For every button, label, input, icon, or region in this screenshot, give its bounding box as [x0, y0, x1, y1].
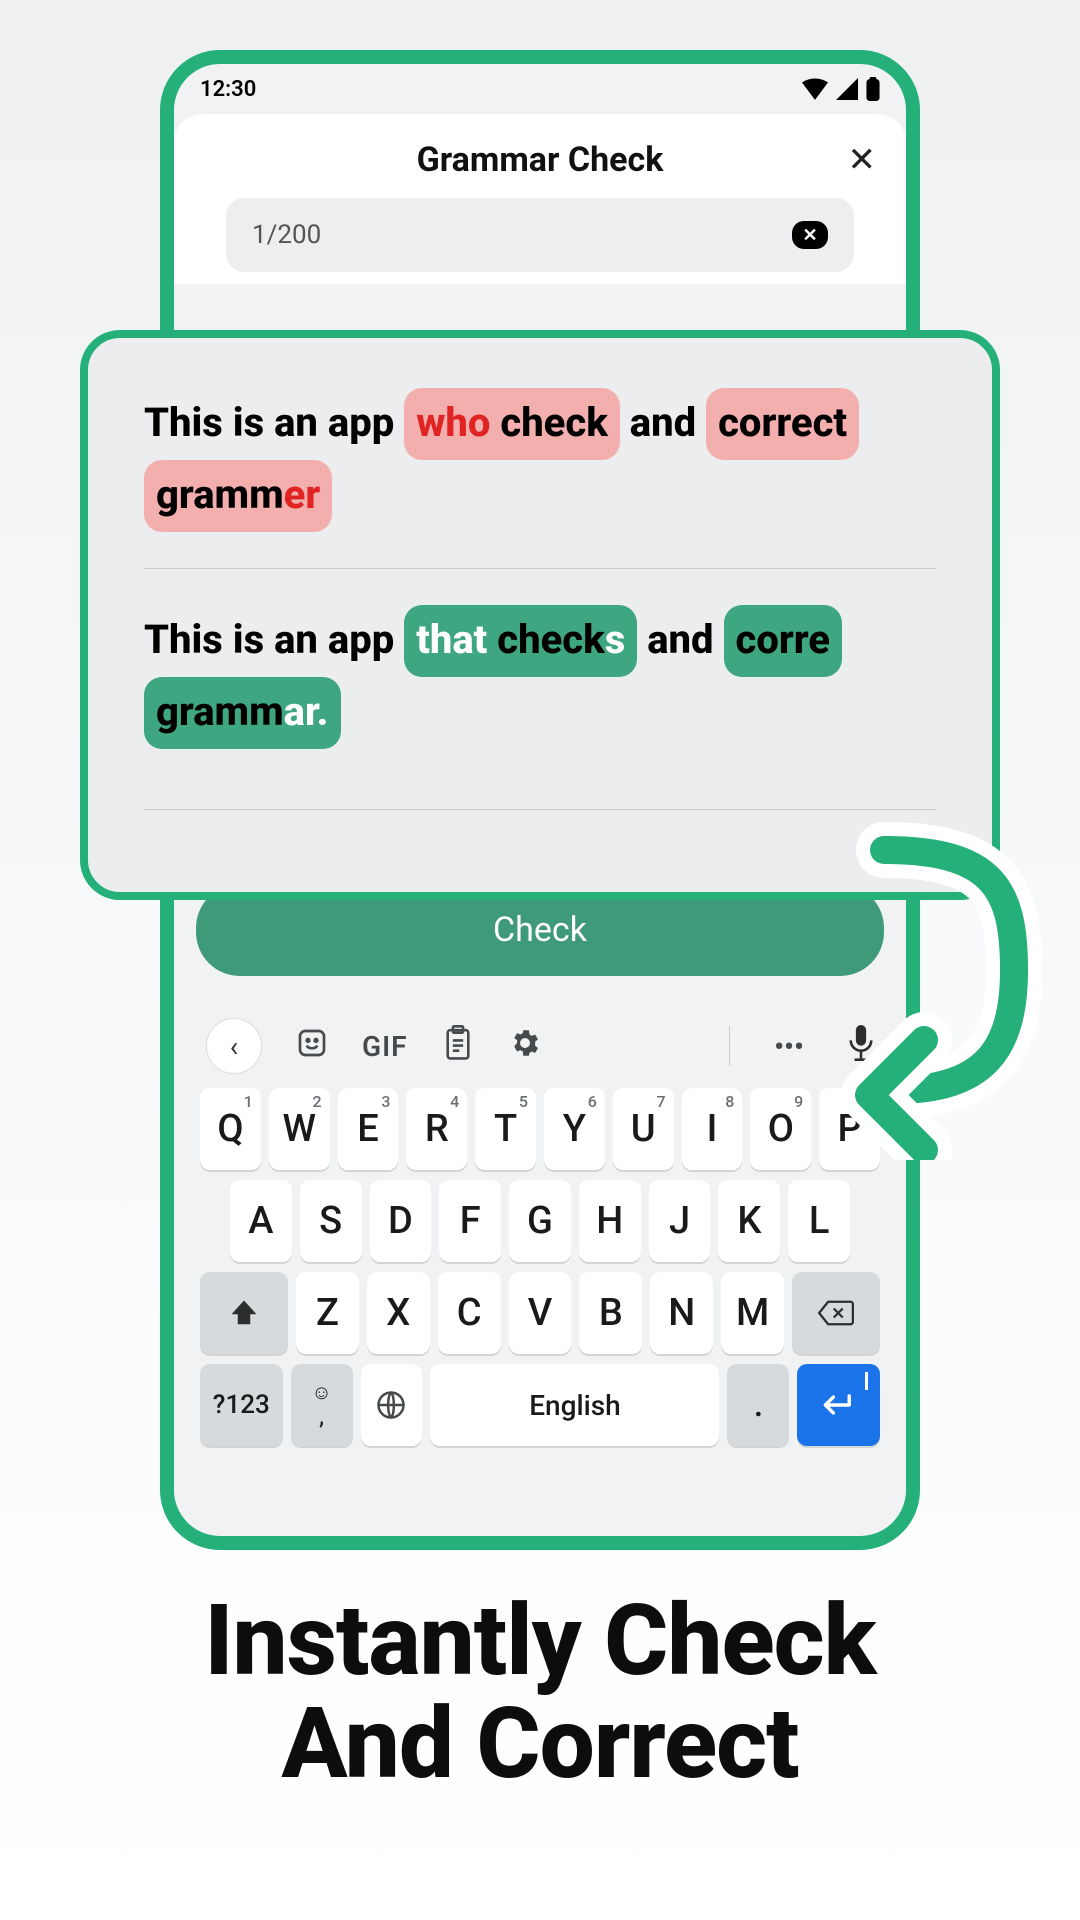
status-time: 12:30 [200, 77, 256, 102]
key-k[interactable]: K [718, 1180, 780, 1262]
key-b[interactable]: B [579, 1272, 642, 1354]
status-icons [802, 77, 880, 101]
battery-icon [866, 77, 880, 101]
error-highlight[interactable]: correct [706, 388, 859, 460]
keyboard-row-1: Q W E R T Y U I O P [200, 1088, 880, 1170]
sticker-icon[interactable] [296, 1027, 328, 1066]
keyboard-row-3: Z X C V B N M [200, 1272, 880, 1354]
key-y[interactable]: Y [544, 1088, 605, 1170]
key-s[interactable]: S [300, 1180, 362, 1262]
keyboard: Q W E R T Y U I O P A S D F G H J K L [196, 1088, 884, 1466]
key-x[interactable]: X [367, 1272, 430, 1354]
key-enter[interactable] [797, 1364, 880, 1446]
key-g[interactable]: G [509, 1180, 571, 1262]
char-counter: 1/200 [252, 220, 321, 250]
key-shift[interactable] [200, 1272, 288, 1354]
app-header: Grammar Check ✕ 1/200 ✕ [174, 114, 906, 284]
clear-input-button[interactable]: ✕ [792, 221, 828, 249]
key-a[interactable]: A [230, 1180, 292, 1262]
key-symbols[interactable]: ?123 [200, 1364, 283, 1446]
clipboard-icon[interactable] [442, 1025, 474, 1068]
gif-icon[interactable]: GIF [362, 1030, 408, 1063]
tagline: Instantly Check And Correct [0, 1590, 1080, 1796]
error-highlight[interactable]: who check [404, 388, 620, 460]
status-bar: 12:30 [174, 64, 906, 114]
key-d[interactable]: D [370, 1180, 432, 1262]
corrected-sentence: This is an app that checks and corre gra… [144, 605, 936, 749]
divider [144, 809, 936, 810]
key-u[interactable]: U [613, 1088, 674, 1170]
key-w[interactable]: W [269, 1088, 330, 1170]
key-e[interactable]: E [338, 1088, 399, 1170]
keyboard-row-2: A S D F G H J K L [200, 1180, 880, 1262]
key-c[interactable]: C [438, 1272, 501, 1354]
divider [144, 568, 936, 569]
keyboard-back-icon[interactable]: ‹ [206, 1018, 262, 1074]
key-r[interactable]: R [406, 1088, 467, 1170]
gear-icon[interactable] [508, 1026, 542, 1067]
key-o[interactable]: O [750, 1088, 811, 1170]
key-t[interactable]: T [475, 1088, 536, 1170]
key-n[interactable]: N [650, 1272, 713, 1354]
key-i[interactable]: I [682, 1088, 743, 1170]
fix-highlight[interactable]: grammar. [144, 677, 341, 749]
wifi-icon [802, 78, 828, 100]
toolbar-separator [729, 1026, 730, 1066]
page-title: Grammar Check [204, 140, 876, 180]
key-q[interactable]: Q [200, 1088, 261, 1170]
counter-box: 1/200 ✕ [226, 198, 854, 272]
fix-highlight[interactable]: corre [724, 605, 843, 677]
swap-arrow-icon [814, 820, 1044, 1164]
fix-highlight[interactable]: that checks [404, 605, 637, 677]
signal-icon [836, 78, 858, 100]
key-backspace[interactable] [792, 1272, 880, 1354]
key-f[interactable]: F [439, 1180, 501, 1262]
keyboard-toolbar: ‹ GIF ••• [196, 1012, 884, 1088]
key-l[interactable]: L [788, 1180, 850, 1262]
key-v[interactable]: V [509, 1272, 572, 1354]
close-icon[interactable]: ✕ [848, 140, 877, 180]
key-space[interactable]: English [430, 1364, 719, 1446]
key-m[interactable]: M [721, 1272, 784, 1354]
keyboard-row-4: ?123 ☺ , English . [200, 1364, 880, 1446]
original-sentence: This is an app who check and correct gra… [144, 388, 936, 532]
comparison-card: This is an app who check and correct gra… [80, 330, 1000, 900]
key-h[interactable]: H [579, 1180, 641, 1262]
key-j[interactable]: J [649, 1180, 711, 1262]
more-icon[interactable]: ••• [764, 1030, 814, 1063]
key-language[interactable] [361, 1364, 423, 1446]
key-period[interactable]: . [727, 1364, 789, 1446]
key-z[interactable]: Z [296, 1272, 359, 1354]
error-highlight[interactable]: grammer [144, 460, 332, 532]
key-emoji[interactable]: ☺ , [291, 1364, 353, 1446]
